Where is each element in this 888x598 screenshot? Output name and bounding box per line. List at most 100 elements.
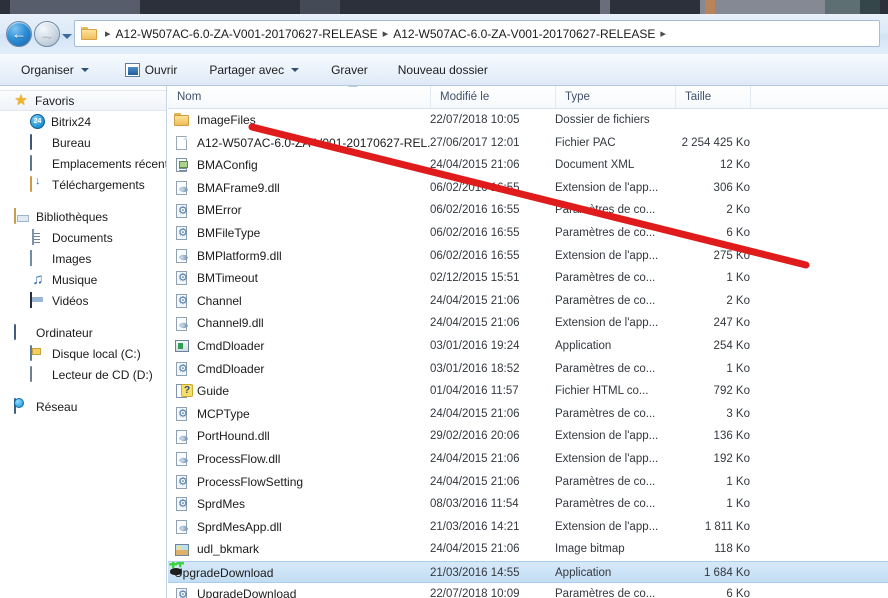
file-type-cell: Paramètres de co... (555, 294, 656, 307)
table-row[interactable]: UpgradeDownload 22/07/2018 10:09 Paramètre… (168, 583, 888, 598)
sidebar-item-videos[interactable]: Vidéos (0, 290, 166, 311)
table-row[interactable]: Guide 01/04/2016 11:57 Fichier HTML co... 7… (168, 380, 888, 403)
sidebar-item-images[interactable]: Images (0, 248, 166, 269)
table-row[interactable]: Channel9.dll 24/04/2015 21:06 Extension de… (168, 312, 888, 335)
file-type-cell: Application (555, 566, 612, 579)
breadcrumb-separator[interactable]: ▸ (380, 27, 392, 40)
breadcrumb-separator[interactable]: ▸ (657, 27, 669, 40)
config-settings-icon (174, 361, 190, 377)
file-name-cell[interactable]: BMError (168, 199, 430, 222)
sidebar-label: Disque local (C:) (52, 346, 141, 361)
table-row[interactable]: CmdDloader 03/01/2016 18:52 Paramètres de … (168, 358, 888, 381)
sidebar-item-telechargements[interactable]: Téléchargements (0, 174, 166, 195)
organiser-button[interactable]: Organiser (12, 58, 98, 82)
videos-icon (30, 291, 46, 309)
file-name-cell[interactable]: MCPType (168, 403, 430, 426)
sidebar-item-musique[interactable]: ♫ Musique (0, 269, 166, 290)
recent-pages-chevron-icon[interactable] (62, 34, 72, 39)
table-row[interactable]: BMPlatform9.dll 06/02/2016 16:55 Extension… (168, 245, 888, 268)
sidebar-item-reseau[interactable]: Réseau (0, 396, 166, 417)
file-name-cell[interactable]: Guide (168, 380, 430, 403)
graver-button[interactable]: Graver (322, 58, 377, 82)
file-name-cell[interactable]: Channel9.dll (168, 312, 430, 335)
table-row[interactable]: ✚ ✚ UpgradeDownload 21/03/2016 14:55 Applica… (168, 560, 888, 585)
column-header-empty[interactable] (750, 86, 888, 108)
table-row[interactable]: BMError 06/02/2016 16:55 Paramètres de co.… (168, 199, 888, 222)
breadcrumb-separator[interactable]: ▸ (102, 27, 114, 40)
table-row[interactable]: Channel 24/04/2015 21:06 Paramètres de co.… (168, 290, 888, 313)
sidebar-item-bitrix24[interactable]: 24 Bitrix24 (0, 111, 166, 132)
table-row[interactable]: udl_bkmark 24/04/2015 21:06 Image bitmap 11… (168, 538, 888, 561)
sidebar-item-emplacements-recents[interactable]: Emplacements récents (0, 153, 166, 174)
column-header-nom[interactable]: Nom (168, 86, 430, 108)
file-name-cell[interactable]: UpgradeDownload (168, 583, 430, 598)
forward-arrow-icon: → (39, 25, 55, 43)
ouvrir-button[interactable]: Ouvrir (116, 58, 187, 82)
file-name-cell[interactable]: PortHound.dll (168, 425, 430, 448)
breadcrumb-item-2[interactable]: A12-W507AC-6.0-ZA-V001-20170627-RELEASE (393, 27, 655, 41)
file-name-cell[interactable]: CmdDloader (168, 335, 430, 358)
table-row[interactable]: SprdMes 08/03/2016 11:54 Paramètres de co.… (168, 493, 888, 516)
sidebar-item-lecteur-de-cd-d[interactable]: Lecteur de CD (D:) (0, 364, 166, 385)
file-name-cell[interactable]: ✚ ✚ UpgradeDownload (168, 562, 430, 585)
sidebar-item-bureau[interactable]: Bureau (0, 132, 166, 153)
file-name-label: UpgradeDownload (197, 587, 297, 598)
breadcrumb-address-box[interactable]: ▸ A12-W507AC-6.0-ZA-V001-20170627-RELEAS… (74, 20, 880, 47)
back-button[interactable]: ← (6, 21, 32, 47)
file-name-cell[interactable]: SprdMesApp.dll (168, 516, 430, 539)
file-list-pane[interactable]: Nom Modifié le Type Taille ImageFiles 22/… (168, 86, 888, 598)
breadcrumb-item-1[interactable]: A12-W507AC-6.0-ZA-V001-20170627-RELEASE (116, 27, 378, 41)
file-name-cell[interactable]: BMPlatform9.dll (168, 245, 430, 268)
table-row[interactable]: CmdDloader 03/01/2016 19:24 Application 254… (168, 335, 888, 358)
file-name-cell[interactable]: ProcessFlowSetting (168, 471, 430, 494)
file-name-cell[interactable]: ImageFiles (168, 109, 430, 132)
sidebar-item-ordinateur[interactable]: Ordinateur (0, 322, 166, 343)
navigation-sidebar[interactable]: ★ Favoris 24 Bitrix24 Bureau Emplacement… (0, 86, 167, 598)
column-header-modifie-le[interactable]: Modifié le (430, 86, 555, 108)
file-name-cell[interactable]: A12-W507AC-6.0-ZA-V001-20170627-REL... (168, 132, 430, 155)
file-size-cell: 254 Ko (713, 339, 750, 352)
file-type-cell: Image bitmap (555, 543, 625, 556)
file-name-cell[interactable]: ProcessFlow.dll (168, 448, 430, 471)
file-name-cell[interactable]: BMAFrame9.dll (168, 177, 430, 200)
table-row[interactable]: ImageFiles 22/07/2018 10:05 Dossier de fic… (168, 109, 888, 132)
sidebar-item-disque-local-c[interactable]: Disque local (C:) (0, 343, 166, 364)
table-row[interactable]: BMAFrame9.dll 06/02/2016 16:55 Extension d… (168, 177, 888, 200)
file-name-label: PortHound.dll (197, 429, 270, 444)
nouveau-dossier-button[interactable]: Nouveau dossier (389, 58, 497, 82)
sidebar-item-documents[interactable]: Documents (0, 227, 166, 248)
organiser-label: Organiser (21, 62, 74, 77)
file-name-cell[interactable]: SprdMes (168, 493, 430, 516)
sidebar-item-bibliotheques[interactable]: Bibliothèques (0, 206, 166, 227)
table-row[interactable]: SprdMesApp.dll 21/03/2016 14:21 Extension … (168, 516, 888, 539)
file-name-cell[interactable]: CmdDloader (168, 358, 430, 381)
table-row[interactable]: A12-W507AC-6.0-ZA-V001-20170627-REL... 27… (168, 132, 888, 155)
file-name-label: Guide (197, 384, 230, 399)
column-header-type[interactable]: Type (555, 86, 675, 108)
file-size-cell: 2 Ko (726, 294, 750, 307)
sidebar-label: Bitrix24 (51, 114, 92, 129)
table-row[interactable]: BMTimeout 02/12/2015 15:51 Paramètres de c… (168, 267, 888, 290)
file-date-cell: 03/01/2016 19:24 (430, 339, 520, 352)
file-name-cell[interactable]: BMTimeout (168, 267, 430, 290)
sidebar-label: Ordinateur (36, 325, 93, 340)
file-name-cell[interactable]: udl_bkmark (168, 538, 430, 561)
star-icon: ★ (14, 91, 28, 109)
table-row[interactable]: PortHound.dll 29/02/2016 20:06 Extension d… (168, 425, 888, 448)
file-size-cell: 1 811 Ko (704, 520, 750, 533)
file-name-cell[interactable]: BMAConfig (168, 154, 430, 177)
table-row[interactable]: ProcessFlowSetting 24/04/2015 21:06 Paramè… (168, 471, 888, 494)
file-name-cell[interactable]: Channel (168, 290, 430, 313)
sort-ascending-icon (348, 86, 358, 87)
config-settings-icon (174, 587, 190, 598)
forward-button[interactable]: → (34, 21, 60, 47)
file-size-cell: 1 684 Ko (703, 566, 750, 579)
partager-avec-button[interactable]: Partager avec (200, 58, 308, 82)
table-row[interactable]: MCPType 24/04/2015 21:06 Paramètres de co.… (168, 403, 888, 426)
column-header-taille[interactable]: Taille (675, 86, 750, 108)
sidebar-item-favoris[interactable]: ★ Favoris (0, 90, 166, 111)
file-name-cell[interactable]: BMFileType (168, 222, 430, 245)
table-row[interactable]: BMAConfig 24/04/2015 21:06 Document XML 12 … (168, 154, 888, 177)
table-row[interactable]: BMFileType 06/02/2016 16:55 Paramètres de … (168, 222, 888, 245)
table-row[interactable]: ProcessFlow.dll 24/04/2015 21:06 Extension… (168, 448, 888, 471)
